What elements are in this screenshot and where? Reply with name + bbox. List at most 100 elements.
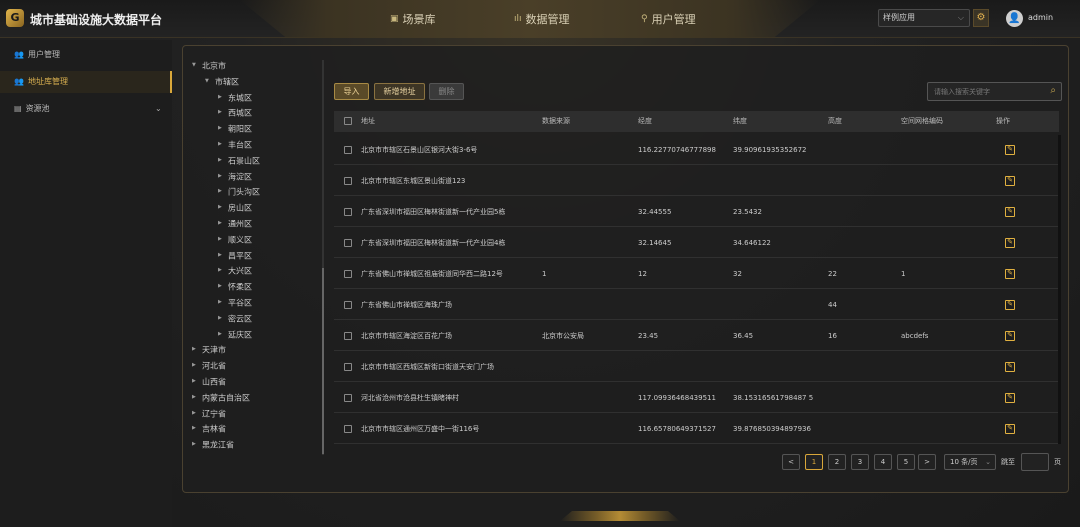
edit-icon[interactable]: ✎ xyxy=(1005,362,1015,372)
page-button[interactable]: 2 xyxy=(828,454,846,470)
nav-tab-data-management[interactable]: ılı 数据管理 xyxy=(514,11,570,27)
search-input[interactable] xyxy=(928,83,1040,100)
sidebar-item-resource-pool[interactable]: ▤ 资源池 ⌄ xyxy=(0,98,172,120)
sidebar-item-address-library[interactable]: 👥 地址库管理 xyxy=(0,71,172,93)
edit-icon[interactable]: ✎ xyxy=(1005,331,1015,341)
edit-icon[interactable]: ✎ xyxy=(1005,145,1015,155)
import-button[interactable]: 导入 xyxy=(334,83,369,100)
caret-right-icon[interactable]: ▶ xyxy=(218,137,228,153)
tree-node[interactable]: ▶ 朝阳区 xyxy=(190,121,318,137)
caret-right-icon[interactable]: ▶ xyxy=(192,374,202,390)
caret-right-icon[interactable]: ▶ xyxy=(218,279,228,295)
page-button[interactable]: 5 xyxy=(897,454,915,470)
row-checkbox[interactable] xyxy=(344,208,352,216)
tree-node[interactable]: ▶ 密云区 xyxy=(190,311,318,327)
tree-node[interactable]: ▶ 海淀区 xyxy=(190,169,318,185)
caret-right-icon[interactable]: ▶ xyxy=(192,437,202,452)
caret-right-icon[interactable]: ▶ xyxy=(218,216,228,232)
caret-right-icon[interactable]: ▶ xyxy=(218,327,228,343)
tree-node[interactable]: ▶ 辽宁省 xyxy=(190,406,318,422)
edit-icon[interactable]: ✎ xyxy=(1005,269,1015,279)
tree-node[interactable]: ▶ 大兴区 xyxy=(190,263,318,279)
tree-node[interactable]: ▶ 天津市 xyxy=(190,342,318,358)
edit-icon[interactable]: ✎ xyxy=(1005,238,1015,248)
tree-node[interactable]: ▶ 河北省 xyxy=(190,358,318,374)
row-checkbox[interactable] xyxy=(344,301,352,309)
caret-right-icon[interactable]: ▶ xyxy=(218,232,228,248)
search-icon[interactable]: ⌕ xyxy=(1050,85,1056,96)
caret-right-icon[interactable]: ▶ xyxy=(192,421,202,437)
caret-right-icon[interactable]: ▶ xyxy=(218,153,228,169)
caret-right-icon[interactable]: ▶ xyxy=(218,311,228,327)
tree-node[interactable]: ▶ 石景山区 xyxy=(190,153,318,169)
caret-right-icon[interactable]: ▶ xyxy=(218,121,228,137)
page-button[interactable]: 4 xyxy=(874,454,892,470)
tree-node[interactable]: ▶ 山西省 xyxy=(190,374,318,390)
table-scrollbar[interactable] xyxy=(1058,135,1061,444)
caret-right-icon[interactable]: ▶ xyxy=(218,295,228,311)
nav-tab-scene-library[interactable]: ▣ 场景库 xyxy=(390,11,436,27)
tree-node[interactable]: ▶ 内蒙古自治区 xyxy=(190,390,318,406)
username[interactable]: admin xyxy=(1028,13,1053,22)
page-button[interactable]: 1 xyxy=(805,454,823,470)
tree-node-label: 河北省 xyxy=(202,361,226,371)
nav-tab-user-management[interactable]: ⚲ 用户管理 xyxy=(641,11,696,27)
caret-down-icon[interactable]: ▼ xyxy=(205,74,215,90)
tree-node[interactable]: ▼ 北京市 xyxy=(190,58,318,74)
row-checkbox[interactable] xyxy=(344,239,352,247)
row-checkbox[interactable] xyxy=(344,177,352,185)
edit-icon[interactable]: ✎ xyxy=(1005,300,1015,310)
row-checkbox[interactable] xyxy=(344,270,352,278)
caret-right-icon[interactable]: ▶ xyxy=(192,390,202,406)
tree-scrollbar-thumb[interactable] xyxy=(322,268,324,454)
row-checkbox[interactable] xyxy=(344,146,352,154)
row-checkbox[interactable] xyxy=(344,363,352,371)
caret-right-icon[interactable]: ▶ xyxy=(218,105,228,121)
tree-node[interactable]: ▶ 平谷区 xyxy=(190,295,318,311)
add-address-button[interactable]: 新增地址 xyxy=(374,83,425,100)
avatar[interactable]: 👤 xyxy=(1006,10,1023,27)
tree-node[interactable]: ▼ 市辖区 xyxy=(190,74,318,90)
tree-node[interactable]: ▶ 东城区 xyxy=(190,90,318,106)
caret-right-icon[interactable]: ▶ xyxy=(218,169,228,185)
goto-page-input[interactable] xyxy=(1021,453,1049,471)
edit-icon[interactable]: ✎ xyxy=(1005,393,1015,403)
tree-node[interactable]: ▶ 怀柔区 xyxy=(190,279,318,295)
tree-node[interactable]: ▶ 昌平区 xyxy=(190,248,318,264)
sidebar-item-user-management[interactable]: 👥 用户管理 xyxy=(0,44,172,66)
search-box: ⌕ xyxy=(927,82,1062,101)
page-size-select[interactable]: 10 条/页 ⌄ xyxy=(944,454,996,470)
caret-right-icon[interactable]: ▶ xyxy=(218,263,228,279)
caret-right-icon[interactable]: ▶ xyxy=(192,406,202,422)
tree-node[interactable]: ▶ 门头沟区 xyxy=(190,184,318,200)
caret-right-icon[interactable]: ▶ xyxy=(192,342,202,358)
edit-icon[interactable]: ✎ xyxy=(1005,176,1015,186)
app-select[interactable]: 样例应用 ⌵ xyxy=(878,9,970,27)
tree-node[interactable]: ▶ 丰台区 xyxy=(190,137,318,153)
select-all-checkbox[interactable] xyxy=(344,117,352,125)
next-page-button[interactable]: > xyxy=(918,454,936,470)
caret-down-icon[interactable]: ▼ xyxy=(192,58,202,74)
settings-button[interactable]: ⚙ xyxy=(973,9,989,27)
tree-node[interactable]: ▶ 顺义区 xyxy=(190,232,318,248)
caret-right-icon[interactable]: ▶ xyxy=(218,248,228,264)
caret-right-icon[interactable]: ▶ xyxy=(218,90,228,106)
tree-node[interactable]: ▶ 通州区 xyxy=(190,216,318,232)
tree-node[interactable]: ▶ 吉林省 xyxy=(190,421,318,437)
delete-button[interactable]: 删除 xyxy=(429,83,464,100)
edit-icon[interactable]: ✎ xyxy=(1005,424,1015,434)
row-checkbox[interactable] xyxy=(344,332,352,340)
caret-right-icon[interactable]: ▶ xyxy=(218,200,228,216)
caret-right-icon[interactable]: ▶ xyxy=(218,184,228,200)
page-button[interactable]: 3 xyxy=(851,454,869,470)
prev-page-button[interactable]: < xyxy=(782,454,800,470)
page-size-value: 10 条/页 xyxy=(950,458,978,466)
tree-node[interactable]: ▶ 房山区 xyxy=(190,200,318,216)
tree-node[interactable]: ▶ 黑龙江省 xyxy=(190,437,318,452)
row-checkbox[interactable] xyxy=(344,394,352,402)
edit-icon[interactable]: ✎ xyxy=(1005,207,1015,217)
row-checkbox[interactable] xyxy=(344,425,352,433)
tree-node[interactable]: ▶ 延庆区 xyxy=(190,327,318,343)
caret-right-icon[interactable]: ▶ xyxy=(192,358,202,374)
tree-node[interactable]: ▶ 西城区 xyxy=(190,105,318,121)
